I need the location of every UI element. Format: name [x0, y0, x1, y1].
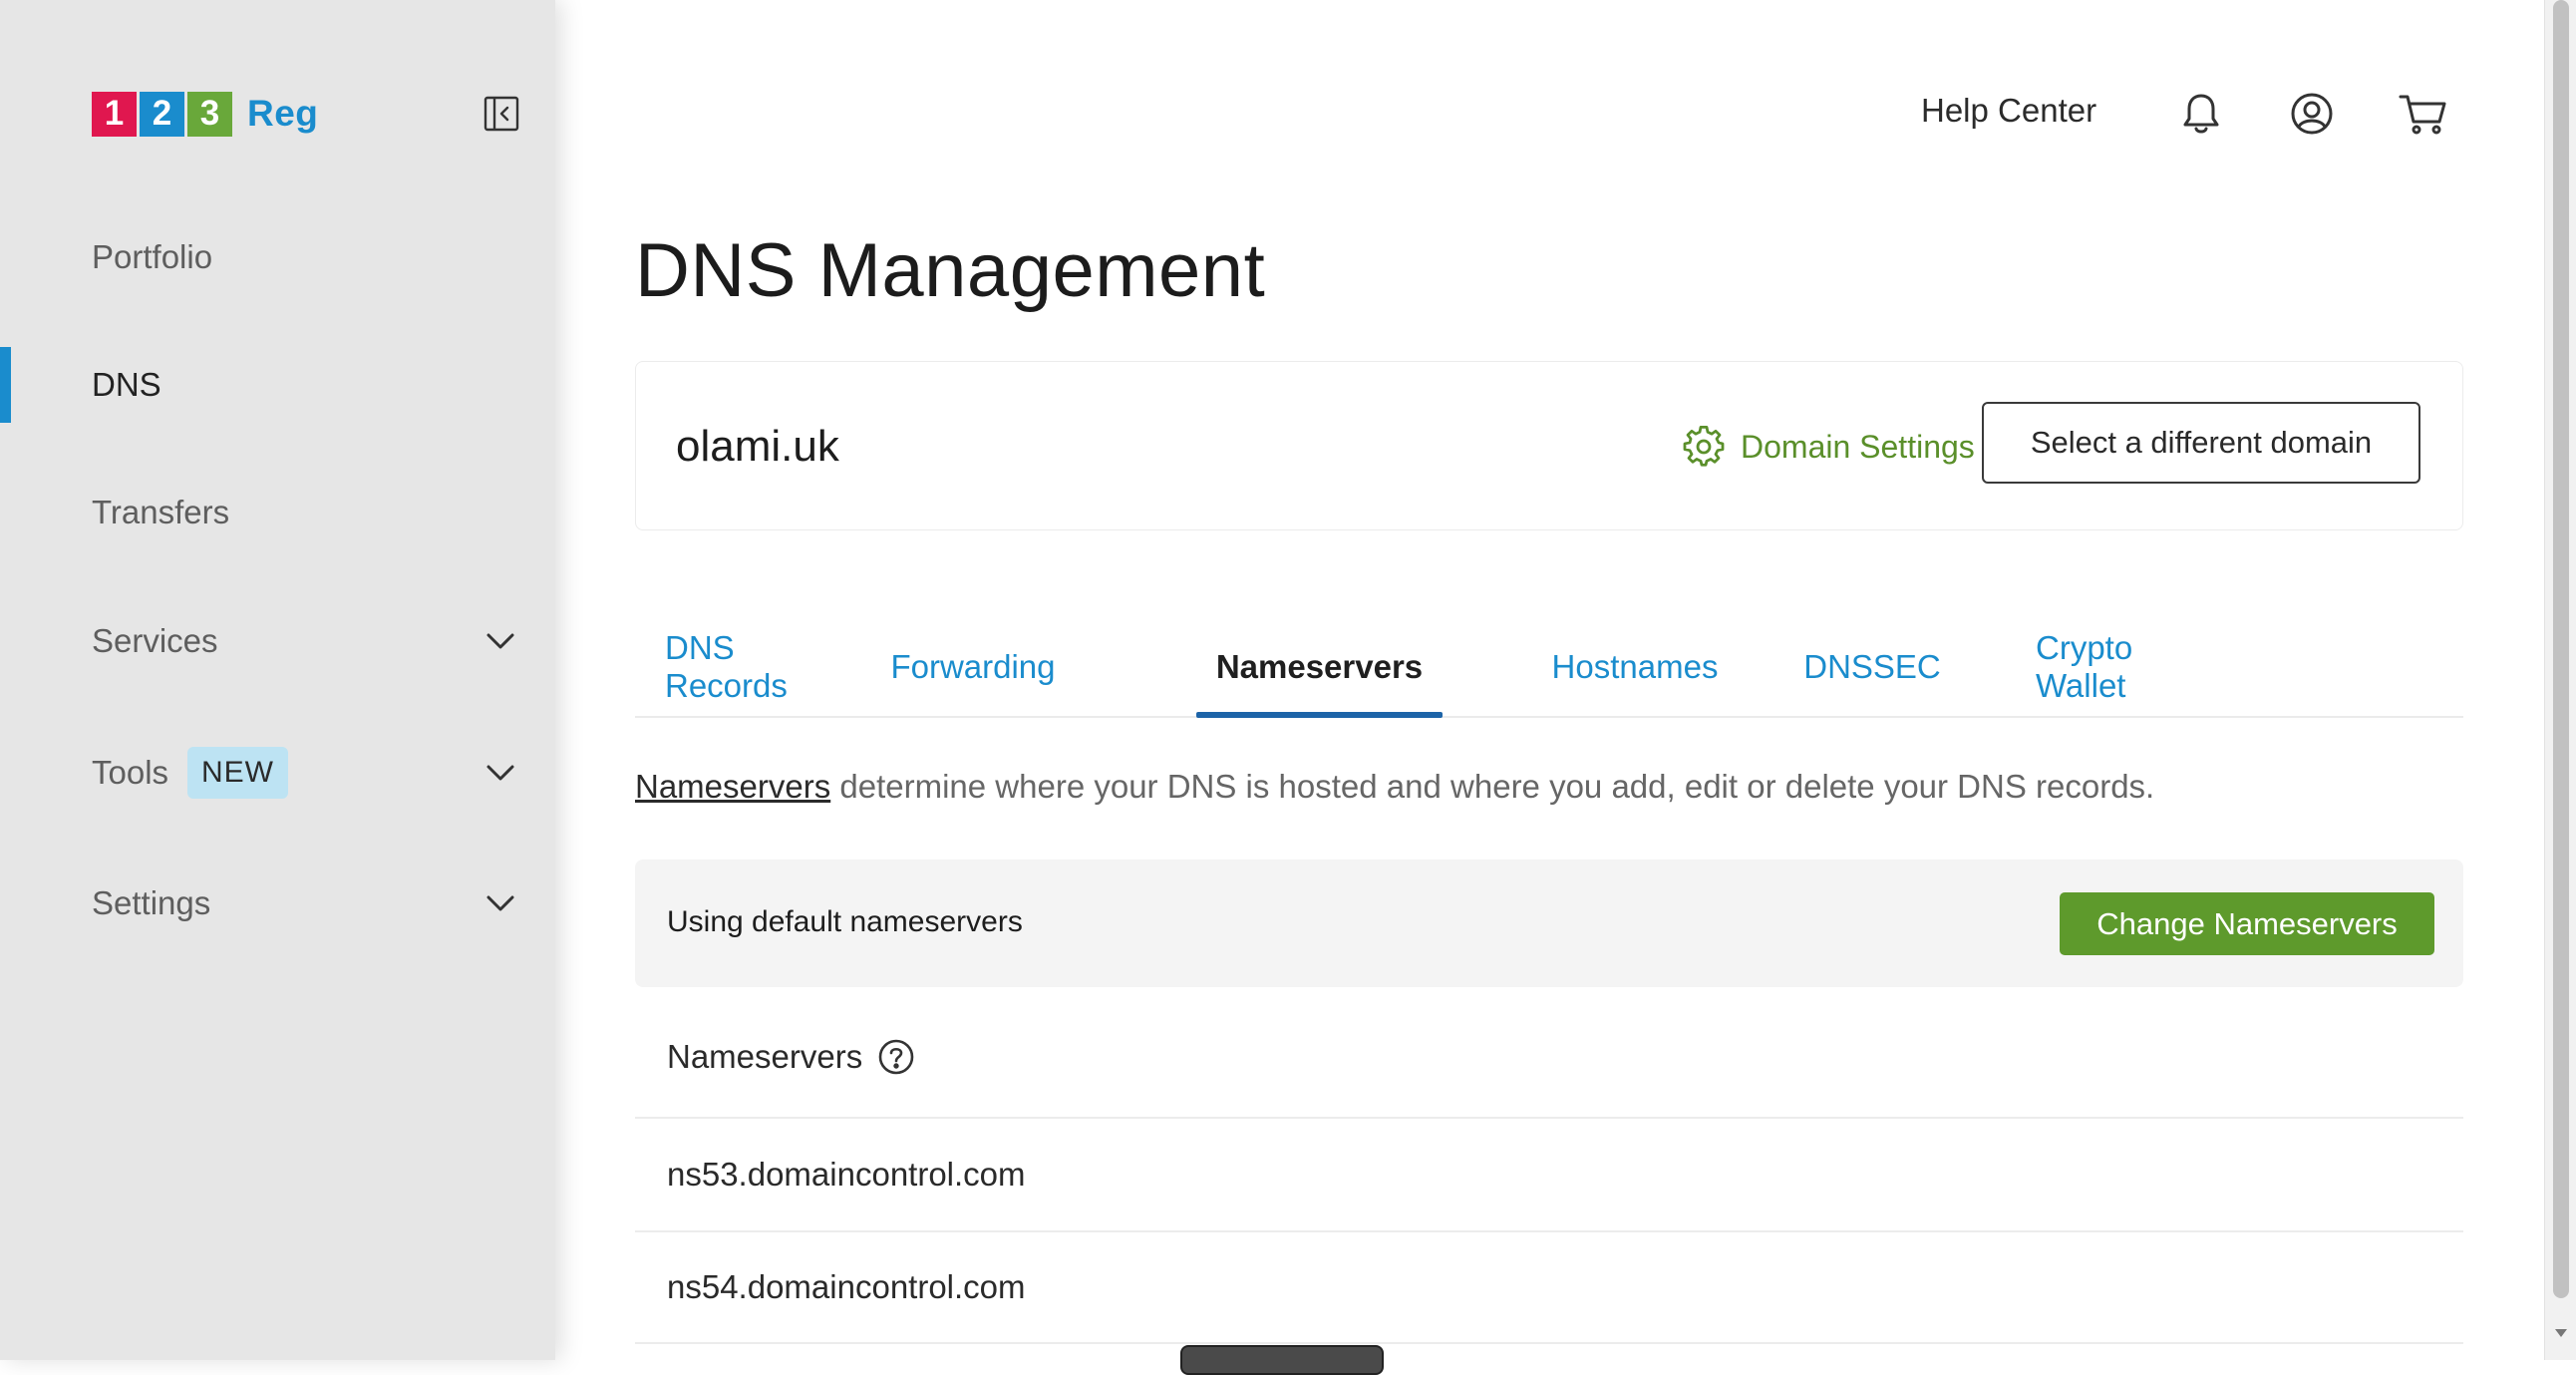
sidebar-item-transfers[interactable]: Transfers [0, 471, 555, 554]
domain-name: olami.uk [676, 422, 839, 471]
tab-dnssec[interactable]: DNSSEC [1803, 618, 1941, 716]
tab-nameservers[interactable]: Nameservers [1196, 618, 1443, 718]
list-item: ns53.domaincontrol.com [635, 1117, 2463, 1230]
logo-digit: 1 [92, 91, 137, 137]
sidebar: 1 2 3 Reg Portfolio DNS Transfers Servic… [0, 0, 555, 1360]
tab-forwarding[interactable]: Forwarding [887, 618, 1059, 716]
new-badge: NEW [187, 747, 288, 799]
cart-icon[interactable] [2396, 86, 2451, 142]
help-circle-icon[interactable] [876, 1037, 916, 1077]
chevron-down-icon[interactable] [481, 753, 520, 793]
sidebar-item-label: Tools [92, 754, 169, 791]
logo-digit: 2 [140, 91, 184, 137]
nameservers-header-label: Nameservers [667, 1038, 863, 1075]
sidebar-item-label: Portfolio [92, 238, 213, 275]
sidebar-item-label: DNS [92, 366, 161, 403]
logo-wordmark: Reg [247, 93, 319, 134]
cookie-banner-tab[interactable] [1180, 1345, 1384, 1375]
scrollbar-thumb[interactable] [2553, 0, 2569, 1298]
sidebar-collapse-icon[interactable] [483, 95, 520, 133]
scroll-down-arrow-icon[interactable] [2553, 1318, 2569, 1348]
nameservers-header: Nameservers [667, 1037, 916, 1077]
tab-hostnames[interactable]: Hostnames [1549, 618, 1721, 716]
account-icon[interactable] [2284, 86, 2340, 142]
gear-icon [1683, 426, 1725, 468]
chevron-down-icon[interactable] [481, 883, 520, 923]
logo-digit: 3 [187, 91, 232, 137]
chevron-down-icon[interactable] [481, 621, 520, 661]
sidebar-item-label: Settings [92, 884, 211, 921]
top-bar: Help Center [555, 86, 2554, 142]
nameservers-description: Nameservers determine where your DNS is … [635, 768, 2154, 806]
change-nameservers-button[interactable]: Change Nameservers [2060, 892, 2434, 955]
status-text: Using default nameservers [667, 905, 1023, 938]
brand-logo[interactable]: 1 2 3 Reg [92, 91, 318, 137]
page-title: DNS Management [635, 228, 1266, 313]
sidebar-item-label: Services [92, 622, 218, 659]
domain-card: olami.uk Domain Settings Select a differ… [635, 361, 2463, 530]
tab-crypto-wallet[interactable]: Crypto Wallet [2036, 618, 2231, 716]
sidebar-item-label: Transfers [92, 494, 230, 530]
sidebar-item-portfolio[interactable]: Portfolio [0, 215, 555, 299]
tab-dns-records[interactable]: DNS Records [665, 618, 842, 716]
domain-settings-link[interactable]: Domain Settings [1683, 426, 1975, 468]
sidebar-item-dns[interactable]: DNS [0, 343, 555, 427]
help-center-link[interactable]: Help Center [1921, 92, 2096, 130]
sidebar-item-services[interactable]: Services [0, 599, 555, 683]
dns-tabs: DNS Records Forwarding Nameservers Hostn… [635, 618, 2463, 718]
nameserver-list: ns53.domaincontrol.com ns54.domaincontro… [635, 1117, 2463, 1344]
nameserver-status-panel: Using default nameservers Change Nameser… [635, 859, 2463, 987]
domain-settings-label: Domain Settings [1741, 428, 1975, 465]
sidebar-item-settings[interactable]: Settings [0, 861, 555, 945]
nameservers-info-link[interactable]: Nameservers [635, 768, 830, 805]
sidebar-item-tools[interactable]: Tools NEW [0, 731, 555, 815]
main-content: Help Center DNS Management olami.uk Doma… [555, 0, 2554, 1360]
bell-icon[interactable] [2173, 86, 2229, 142]
scrollbar[interactable] [2544, 0, 2576, 1360]
select-different-domain-button[interactable]: Select a different domain [1982, 402, 2420, 484]
list-item: ns54.domaincontrol.com [635, 1230, 2463, 1344]
description-text: determine where your DNS is hosted and w… [830, 768, 2155, 805]
